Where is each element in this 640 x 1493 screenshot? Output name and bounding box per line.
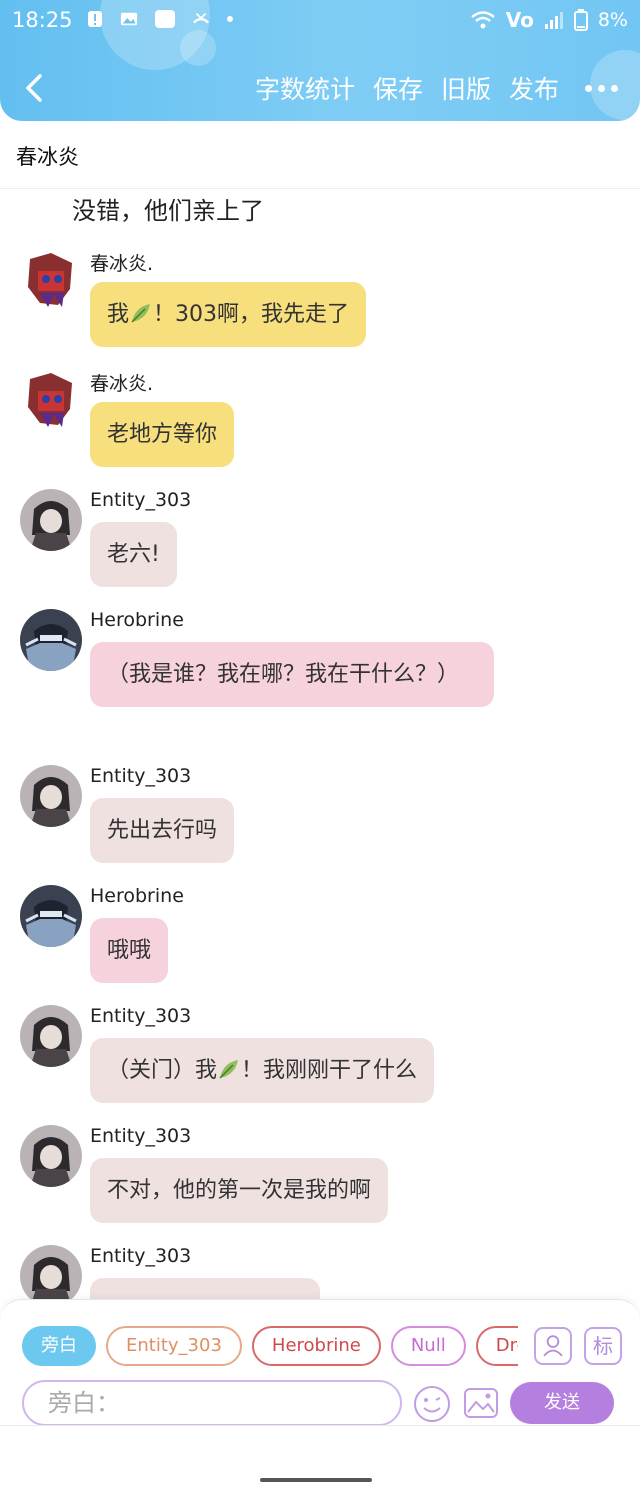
battery-percent: 8% [597,9,628,31]
sender-name: 春冰炎. [90,253,154,275]
role-chip-narration[interactable]: 旁白 [22,1326,96,1366]
image-icon [120,12,138,26]
missed-call-icon [193,12,209,24]
message-bubble[interactable]: 我 ！303啊，我先走了 [90,282,367,347]
square-icon [155,10,175,28]
status-right: Vo 8% [470,8,628,32]
old-version-button[interactable]: 旧版 [441,70,491,106]
chat-area[interactable]: 没错，他们亲上了 春冰炎. 我 ！303啊，我先走了 春冰炎. 老地方等你 Ent… [0,189,640,1299]
wifi-icon [470,11,495,29]
role-selector: 旁白Entity_303HerobrineNullDrea [22,1326,518,1368]
save-button[interactable]: 保存 [373,70,423,106]
image-picker-icon[interactable] [462,1384,500,1422]
avatar[interactable] [20,1245,82,1299]
sender-name: Entity_303 [90,489,192,511]
message-text: 老六! [107,542,160,567]
narration-text: 没错，他们亲上了 [72,197,264,225]
sender-name: Herobrine [90,885,184,907]
avatar[interactable] [20,885,82,947]
message-text: 不对，他的第一次是我的啊 [107,1178,372,1203]
sender-name: Entity_303 [90,1245,192,1267]
message-input[interactable] [24,1382,400,1424]
character-manage-icon[interactable] [534,1327,572,1365]
message-text: 先出去行吗 [107,818,218,843]
message-input-wrapper [22,1380,402,1426]
word-count-button[interactable]: 字数统计 [255,70,355,106]
system-nav-bar [0,1425,640,1493]
leaf-emoji-icon [219,1060,239,1079]
avatar[interactable] [20,1005,82,1067]
status-time: 18:25 [12,8,73,32]
role-chip-null[interactable]: Null [390,1326,466,1366]
sender-name: Entity_303 [90,1005,192,1027]
alert-icon [88,11,102,27]
dot-icon [227,16,233,22]
role-chip-entity-303[interactable]: Entity_303 [106,1326,242,1366]
message-bubble[interactable]: （我是谁？我在哪？我在干什么？） [90,642,494,707]
header-actions: 字数统计 保存 旧版 发布 [255,70,618,106]
composer-panel: 旁白Entity_303HerobrineNullDrea 标 发送 [0,1299,640,1426]
avatar[interactable] [20,489,82,551]
role-chip-herobrine[interactable]: Herobrine [251,1326,381,1366]
role-chip-drea[interactable]: Drea [475,1326,518,1366]
nav-row: 字数统计 保存 旧版 发布 [0,58,640,118]
message-text: ！303啊，我先走了 [153,302,350,327]
volte-label: Vo [505,8,534,32]
send-button[interactable]: 发送 [510,1382,614,1424]
avatar[interactable] [20,609,82,671]
avatar[interactable] [20,249,82,311]
leaf-emoji-icon [131,304,151,323]
message-text: ！我刚刚干了什么 [241,1058,418,1083]
message-text: （我是谁？我在哪？我在干什么？） [107,662,460,687]
signal-icon [544,12,563,29]
more-icon[interactable] [585,84,618,92]
emoji-icon[interactable] [412,1384,452,1424]
status-bar: 18:25 Vo 8% [0,0,640,40]
message-bubble[interactable]: 哦哦 [90,918,169,983]
message-bubble[interactable]: 老六! [90,522,177,587]
message-bubble[interactable]: 不对，他的第一次是我的啊 [90,1158,389,1223]
message-bubble[interactable]: （关门）我 ！我刚刚干了什么 [90,1038,435,1103]
title-bar: 春冰炎 [0,121,640,189]
sender-name: Herobrine [90,609,184,631]
sender-name: 春冰炎. [90,373,154,395]
publish-button[interactable]: 发布 [509,70,559,106]
sender-name: Entity_303 [90,765,192,787]
message-text: （关门）我 [107,1058,218,1083]
app-header: 18:25 Vo 8% 字数统计 保存 旧版 发布 [0,0,640,121]
notification-icons [86,9,234,29]
page-title: 春冰炎 [16,145,79,169]
back-arrow-icon[interactable] [18,68,54,108]
battery-icon [573,9,588,31]
message-text: 老地方等你 [107,422,218,447]
avatar[interactable] [20,1125,82,1187]
sender-name: Entity_303 [90,1125,192,1147]
message-bubble[interactable] [90,1278,320,1299]
message-bubble[interactable]: 老地方等你 [90,402,235,467]
home-indicator[interactable] [260,1478,372,1482]
message-text: 哦哦 [107,938,152,963]
tag-button[interactable]: 标 [584,1327,622,1365]
message-bubble[interactable]: 先出去行吗 [90,798,235,863]
avatar[interactable] [20,765,82,827]
message-text: 我 [107,302,130,327]
avatar[interactable] [20,369,82,431]
